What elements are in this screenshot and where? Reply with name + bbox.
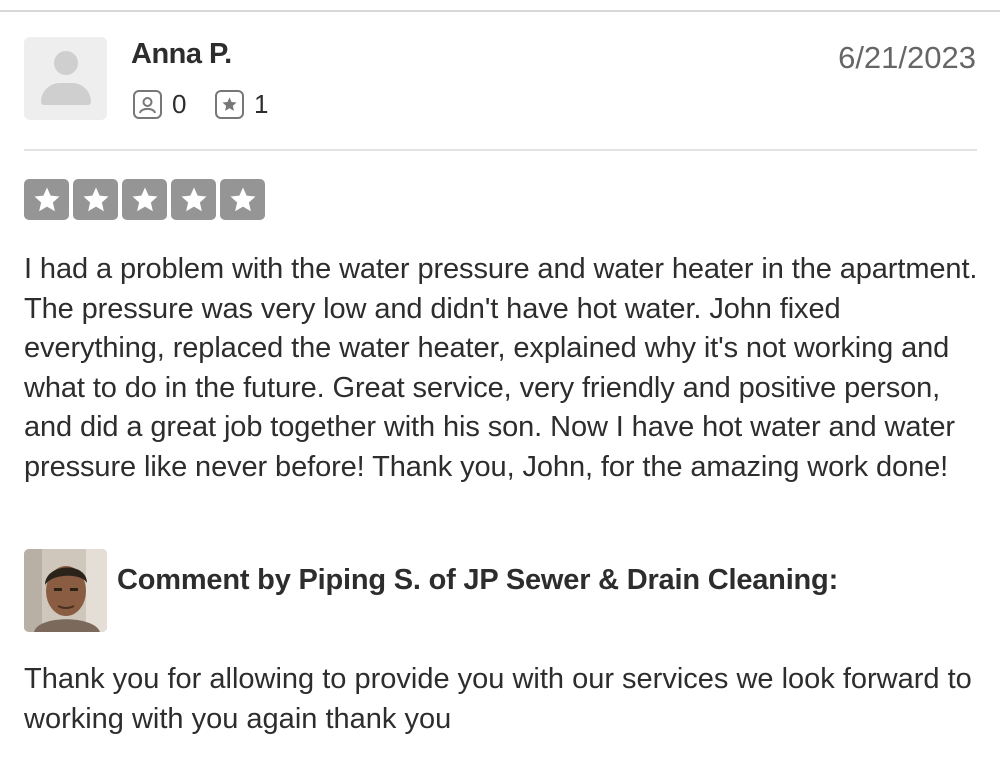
friend-count: 0 <box>133 88 186 120</box>
star-icon <box>34 187 59 211</box>
avatar-body <box>41 83 91 105</box>
review-date: 6/21/2023 <box>838 40 976 75</box>
top-border <box>0 10 1000 12</box>
star-icon <box>83 187 108 211</box>
review-count-value: 1 <box>254 88 269 119</box>
rating-star-5 <box>220 179 265 220</box>
user-name[interactable]: Anna P. <box>131 38 232 71</box>
rating-star-1 <box>24 179 69 220</box>
owner-comment-text: Thank you for allowing to provide you wi… <box>24 663 972 735</box>
friend-count-value: 0 <box>172 88 187 119</box>
star-rating <box>24 179 265 220</box>
friends-icon <box>133 89 162 119</box>
star-icon <box>230 187 255 211</box>
review-star-icon <box>215 89 244 119</box>
owner-avatar[interactable] <box>24 549 107 632</box>
star-icon <box>132 187 157 211</box>
star-icon <box>181 187 206 211</box>
rating-star-4 <box>171 179 216 220</box>
owner-comment-heading: Comment by Piping S. of JP Sewer & Drain… <box>117 564 839 596</box>
review-count: 1 <box>215 88 268 120</box>
rating-star-2 <box>73 179 118 220</box>
avatar-head <box>54 51 78 75</box>
rating-star-3 <box>122 179 167 220</box>
user-avatar[interactable] <box>24 37 107 120</box>
header-divider <box>24 149 977 151</box>
review-text: I had a problem with the water pressure … <box>24 253 978 483</box>
